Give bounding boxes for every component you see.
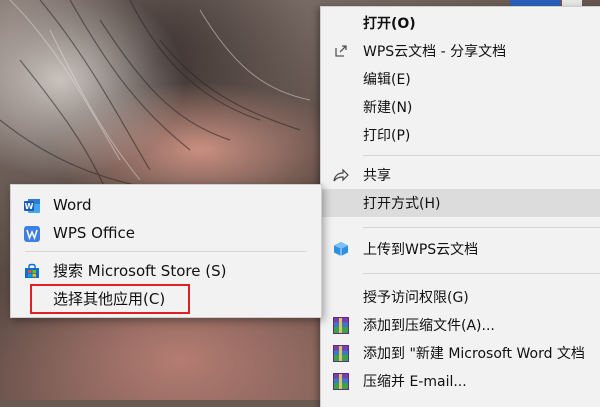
menu-item-label: 上传到WPS云文档 — [363, 242, 479, 258]
submenu-item-choose-other-app[interactable]: 选择其他应用(C) — [11, 284, 321, 312]
menu-item-share[interactable]: 共享 — [321, 161, 600, 189]
menu-item-wps-share[interactable]: WPS云文档 - 分享文档 — [321, 37, 600, 65]
share-icon — [333, 167, 349, 183]
menu-item-label: 添加到 "新建 Microsoft Word 文档 — [363, 346, 585, 362]
menu-item-add-to-named-archive[interactable]: 添加到 "新建 Microsoft Word 文档 — [321, 339, 600, 367]
winrar-icon — [333, 344, 349, 362]
menu-item-label: 授予访问权限(G) — [363, 290, 469, 306]
menu-item-open[interactable]: 打开(O) — [321, 9, 600, 37]
submenu-item-label: Word — [53, 196, 92, 214]
file-context-menu: 打开(O) WPS云文档 - 分享文档 编辑(E) 新建(N) 打印(P) 共享… — [320, 6, 600, 407]
menu-item-upload-wps[interactable]: 上传到WPS云文档 — [321, 235, 600, 263]
menu-item-label: 共享 — [363, 168, 391, 184]
menu-item-label: 添加到压缩文件(A)... — [363, 318, 495, 334]
submenu-item-wps-office[interactable]: WPS Office — [11, 219, 321, 247]
menu-item-open-with[interactable]: 打开方式(H) — [321, 189, 600, 217]
submenu-item-label: 选择其他应用(C) — [53, 289, 166, 308]
menu-item-label: 压缩并 E-mail... — [363, 374, 467, 390]
menu-item-label: 新建(N) — [363, 100, 413, 116]
menu-item-new[interactable]: 新建(N) — [321, 93, 600, 121]
store-icon — [23, 262, 41, 280]
menu-item-label: 编辑(E) — [363, 72, 411, 88]
menu-item-print[interactable]: 打印(P) — [321, 121, 600, 149]
menu-item-compress-email[interactable]: 压缩并 E-mail... — [321, 367, 600, 395]
wps-icon — [23, 225, 41, 243]
winrar-icon — [333, 372, 349, 390]
menu-separator — [363, 227, 600, 228]
cloud-cube-icon — [333, 241, 349, 257]
submenu-item-word[interactable]: W Word — [11, 191, 321, 219]
menu-item-add-to-archive[interactable]: 添加到压缩文件(A)... — [321, 311, 600, 339]
menu-separator — [363, 155, 600, 156]
open-with-submenu: W Word WPS Office 搜索 Microsoft Store (S)… — [10, 184, 322, 318]
submenu-separator — [25, 251, 307, 252]
word-icon: W — [23, 197, 41, 215]
menu-item-label: WPS云文档 - 分享文档 — [363, 44, 507, 60]
submenu-item-search-store[interactable]: 搜索 Microsoft Store (S) — [11, 256, 321, 284]
menu-item-label: 打印(P) — [363, 128, 411, 144]
share-out-icon — [333, 43, 349, 59]
submenu-item-label: 搜索 Microsoft Store (S) — [53, 261, 227, 280]
menu-item-label: 打开方式(H) — [363, 196, 441, 212]
menu-item-label: 打开(O) — [363, 16, 416, 32]
winrar-icon — [333, 316, 349, 334]
menu-separator — [363, 273, 600, 274]
submenu-item-label: WPS Office — [53, 224, 135, 242]
menu-item-edit[interactable]: 编辑(E) — [321, 65, 600, 93]
menu-item-grant-access[interactable]: 授予访问权限(G) — [321, 283, 600, 311]
svg-text:W: W — [25, 202, 34, 211]
